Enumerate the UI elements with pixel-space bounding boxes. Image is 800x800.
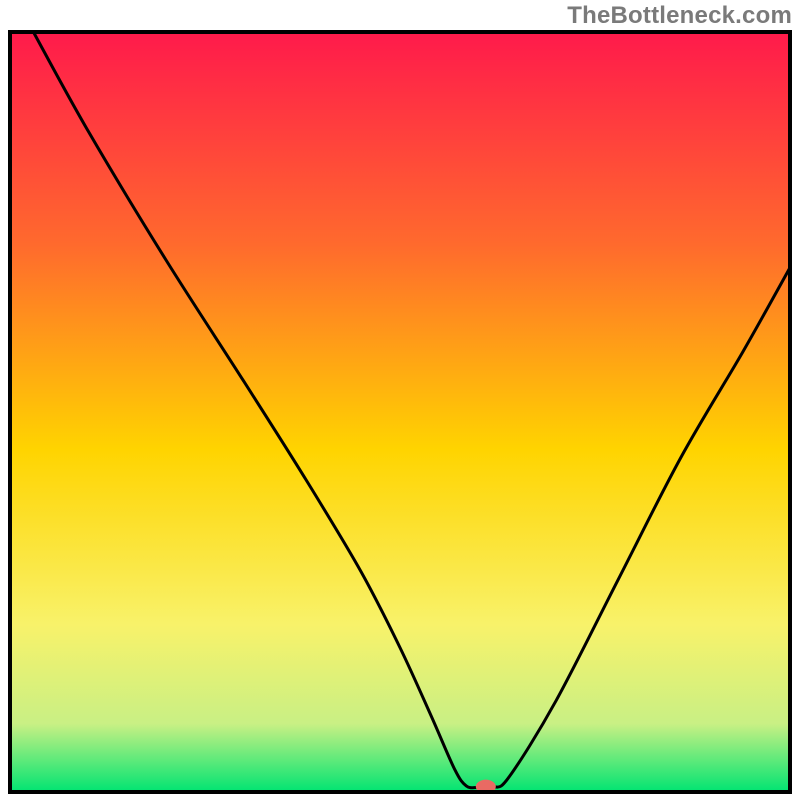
chart-container: TheBottleneck.com: [0, 0, 800, 800]
bottleneck-chart: [0, 0, 800, 800]
plot-background: [10, 32, 790, 792]
watermark-text: TheBottleneck.com: [567, 2, 792, 30]
